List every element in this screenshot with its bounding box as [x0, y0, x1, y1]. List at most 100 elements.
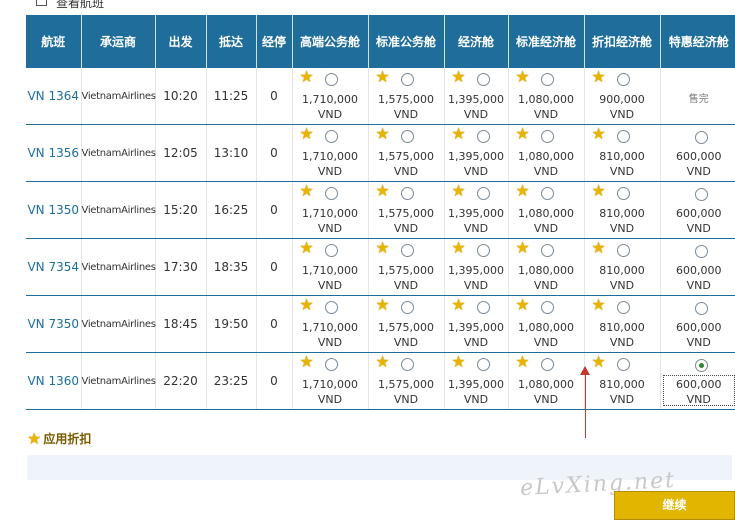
- fare-option: ★ 1,395,000 VND: [445, 125, 508, 181]
- fare-price: 600,000 VND: [661, 320, 735, 350]
- fare-price: 1,080,000 VND: [509, 149, 584, 179]
- star-icon: ★: [515, 181, 530, 200]
- fare-radio[interactable]: [400, 301, 414, 314]
- fare-cell: ★ 900,000 VND: [583, 68, 660, 125]
- fare-option: ★ 1,395,000 VND: [445, 296, 508, 352]
- fare-amount: 1,575,000: [378, 321, 434, 334]
- fare-option: ★ 1,710,000 VND: [293, 296, 368, 352]
- star-icon: ★: [591, 238, 606, 257]
- fare-cell: ★ 810,000 VND: [583, 238, 660, 296]
- fare-currency: VND: [463, 279, 489, 292]
- fare-currency: VND: [463, 108, 489, 121]
- fare-radio[interactable]: [694, 302, 708, 315]
- star-icon: ★: [515, 67, 530, 86]
- fare-radio[interactable]: [476, 358, 490, 371]
- depart-time: 10:20: [154, 68, 206, 125]
- fare-radio[interactable]: [476, 301, 490, 314]
- fare-radio[interactable]: [324, 130, 338, 143]
- carrier-name: VietnamAirlines: [80, 124, 156, 182]
- flight-results-table: 航班 承运商 出发 抵达 经停 高端公务舱 标准公务舱 经济舱 标准经济舱 折扣…: [26, 15, 735, 410]
- fare-radio[interactable]: [616, 301, 630, 314]
- fare-option: ★ 1,575,000 VND: [369, 125, 444, 181]
- fare-radio[interactable]: [324, 244, 338, 257]
- fare-radio[interactable]: [400, 358, 414, 371]
- carrier-name: VietnamAirlines: [80, 68, 156, 125]
- star-icon: ★: [375, 67, 390, 86]
- fare-radio[interactable]: [476, 73, 490, 86]
- stops-count: 0: [255, 238, 292, 296]
- star-icon: ★: [591, 352, 606, 371]
- fare-radio[interactable]: [324, 358, 338, 371]
- fare-option: ★ 1,710,000 VND: [293, 239, 368, 295]
- fare-radio[interactable]: [540, 130, 554, 143]
- fare-radio[interactable]: [694, 359, 708, 372]
- fare-price: 810,000 VND: [585, 320, 660, 350]
- fare-radio[interactable]: [324, 301, 338, 314]
- fare-radio[interactable]: [540, 73, 554, 86]
- fare-radio[interactable]: [540, 358, 554, 371]
- fare-radio[interactable]: [616, 130, 630, 143]
- fare-cell: ★ 1,710,000 VND: [291, 181, 368, 239]
- view-flights-checkbox[interactable]: [36, 0, 47, 6]
- fare-amount: 1,080,000: [518, 378, 574, 391]
- fare-radio[interactable]: [400, 187, 414, 200]
- depart-time: 18:45: [154, 295, 206, 353]
- fare-radio[interactable]: [694, 245, 708, 258]
- fare-radio[interactable]: [540, 187, 554, 200]
- fare-radio[interactable]: [400, 244, 414, 257]
- fare-currency: VND: [393, 393, 419, 406]
- continue-button[interactable]: 继续: [614, 491, 735, 520]
- arrive-time: 13:10: [205, 124, 256, 182]
- fare-currency: VND: [393, 222, 419, 235]
- fare-amount: 1,080,000: [518, 207, 574, 220]
- fare-radio[interactable]: [616, 244, 630, 257]
- fare-option: ★ 1,080,000 VND: [509, 182, 584, 238]
- fare-radio[interactable]: [616, 73, 630, 86]
- fare-radio[interactable]: [476, 130, 490, 143]
- fare-price: 1,575,000 VND: [369, 92, 444, 122]
- stops-count: 0: [255, 181, 292, 239]
- fare-currency: VND: [686, 222, 711, 235]
- fare-option: ★ 1,575,000 VND: [369, 239, 444, 295]
- star-icon: ★: [451, 67, 466, 86]
- fare-amount: 600,000: [676, 378, 722, 391]
- fare-option: ★ 810,000 VND: [585, 353, 660, 409]
- fare-radio[interactable]: [616, 187, 630, 200]
- depart-time: 12:05: [154, 124, 206, 182]
- fare-radio[interactable]: [400, 73, 414, 86]
- view-flights-label: 查看航班: [56, 0, 105, 10]
- fare-radio[interactable]: [476, 244, 490, 257]
- carrier-name: VietnamAirlines: [80, 181, 156, 239]
- fare-cell: ★ 810,000 VND: [583, 181, 660, 239]
- fare-price: 1,080,000 VND: [509, 92, 584, 122]
- fare-currency: VND: [317, 222, 343, 235]
- fare-radio[interactable]: [616, 358, 630, 371]
- star-icon: ★: [515, 352, 530, 371]
- apply-discount[interactable]: ★ 应用折扣: [27, 429, 91, 448]
- fare-radio[interactable]: [324, 73, 338, 86]
- fare-amount: 1,395,000: [448, 207, 504, 220]
- fare-amount: 1,575,000: [378, 264, 434, 277]
- fare-currency: VND: [609, 336, 635, 349]
- fare-radio[interactable]: [540, 301, 554, 314]
- fare-radio[interactable]: [694, 188, 708, 201]
- fare-cell: ★ 1,395,000 VND: [443, 295, 508, 353]
- star-icon: ★: [515, 124, 530, 143]
- fare-price: 600,000 VND: [661, 263, 735, 293]
- fare-radio[interactable]: [324, 187, 338, 200]
- flight-rows: VN 1364 VietnamAirlines 10:20 11:25 0 ★ 1,710,…: [26, 68, 735, 410]
- fare-cell: ★ 1,575,000 VND: [367, 295, 444, 353]
- column-header: 承运商: [80, 15, 155, 68]
- fare-currency: VND: [533, 336, 559, 349]
- fare-radio[interactable]: [540, 244, 554, 257]
- fare-radio[interactable]: [476, 187, 490, 200]
- fare-cell: ★ 1,395,000 VND: [443, 352, 508, 410]
- fare-amount: 600,000: [676, 150, 722, 163]
- fare-radio[interactable]: [400, 130, 414, 143]
- star-icon: ★: [451, 352, 466, 371]
- column-header: 高端公务舱: [291, 15, 368, 68]
- fare-radio[interactable]: [694, 131, 708, 144]
- fare-amount: 1,710,000: [302, 378, 358, 391]
- star-icon: ★: [299, 238, 314, 257]
- star-icon: ★: [451, 181, 466, 200]
